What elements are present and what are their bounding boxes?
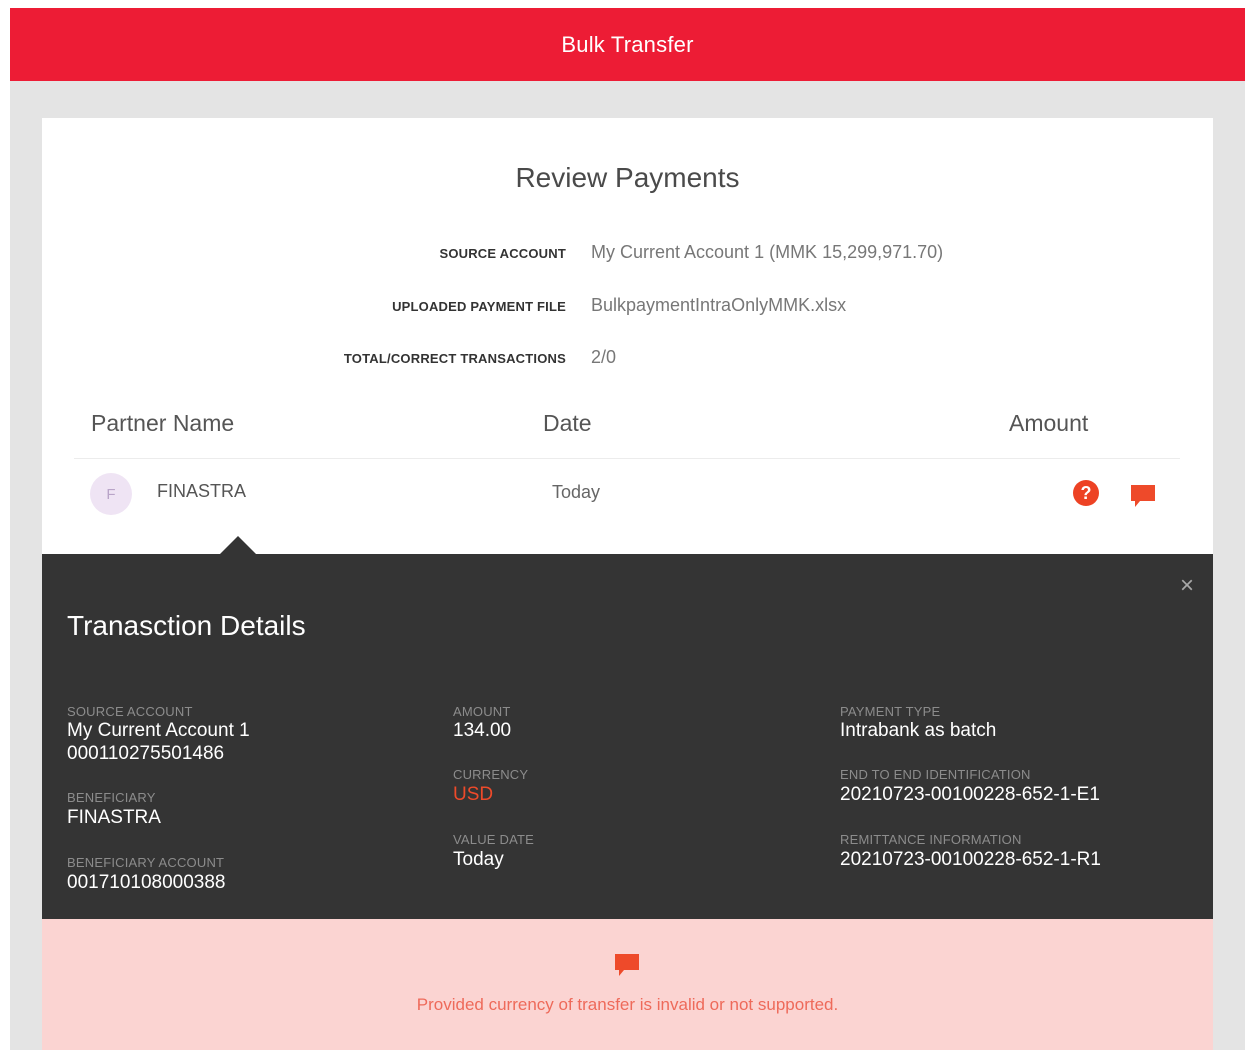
column-header-amount: Amount — [1009, 410, 1089, 436]
payment-type-value: Intrabank as batch — [840, 720, 997, 741]
transactions-count-value: 2/0 — [591, 347, 617, 367]
popover-caret — [220, 536, 256, 554]
source-account-value: My Current Account 1 (MMK 15,299,971.70) — [591, 242, 944, 262]
e2e-identification-label: END TO END IDENTIFICATION — [840, 767, 1031, 782]
remittance-information-value: 20210723-00100228-652-1-R1 — [840, 849, 1101, 870]
payment-type-label: PAYMENT TYPE — [840, 704, 941, 719]
chat-bubble-icon[interactable] — [1129, 483, 1157, 509]
app-frame: Bulk Transfer Review Payments SOURCE ACC… — [10, 8, 1245, 1050]
uploaded-file-label: UPLOADED PAYMENT FILE — [392, 299, 566, 314]
error-banner: Provided currency of transfer is invalid… — [42, 919, 1213, 1050]
column-header-partner: Partner Name — [91, 410, 235, 436]
column-header-date: Date — [543, 410, 592, 436]
uploaded-file-row: UPLOADED PAYMENT FILE BulkpaymentIntraOn… — [42, 295, 1213, 319]
source-account-detail-name: My Current Account 1 — [67, 720, 250, 741]
partner-name[interactable]: FINASTRA — [157, 481, 246, 502]
amount-value: 134.00 — [453, 720, 512, 741]
transactions-count-row: TOTAL/CORRECT TRANSACTIONS 2/0 — [42, 347, 1213, 371]
source-account-row: SOURCE ACCOUNT My Current Account 1 (MMK… — [42, 242, 1213, 266]
avatar: F — [90, 473, 132, 515]
value-date-label: VALUE DATE — [453, 832, 534, 847]
row-divider — [74, 458, 1180, 459]
top-bar: Bulk Transfer — [10, 8, 1245, 81]
remittance-information-label: REMITTANCE INFORMATION — [840, 832, 1022, 847]
uploaded-file-value: BulkpaymentIntraOnlyMMK.xlsx — [591, 295, 847, 315]
review-card: Review Payments SOURCE ACCOUNT My Curren… — [42, 118, 1213, 1050]
transactions-count-label: TOTAL/CORRECT TRANSACTIONS — [343, 351, 566, 366]
chat-bubble-icon — [615, 954, 639, 976]
amount-label: AMOUNT — [453, 704, 511, 719]
details-title: Tranasction Details — [67, 610, 306, 641]
close-icon[interactable]: × — [1180, 574, 1194, 598]
review-title: Review Payments — [515, 162, 740, 193]
beneficiary-account-label: BENEFICIARY ACCOUNT — [67, 855, 225, 870]
beneficiary-account-value: 001710108000388 — [67, 872, 226, 893]
currency-value: USD — [453, 784, 494, 805]
row-date: Today — [552, 482, 601, 502]
transaction-details-panel: × Tranasction Details SOURCE ACCOUNT My … — [42, 536, 1213, 919]
value-date-value: Today — [453, 849, 504, 870]
currency-label: CURRENCY — [453, 767, 529, 782]
beneficiary-value: FINASTRA — [67, 807, 161, 828]
source-account-detail-label: SOURCE ACCOUNT — [67, 704, 193, 719]
question-circle-icon[interactable]: ? — [1073, 480, 1099, 506]
source-account-detail-number: 000110275501486 — [67, 743, 225, 764]
beneficiary-label: BENEFICIARY — [67, 790, 156, 805]
source-account-label: SOURCE ACCOUNT — [439, 246, 566, 261]
page-title: Bulk Transfer — [561, 31, 694, 57]
e2e-identification-value: 20210723-00100228-652-1-E1 — [840, 784, 1100, 805]
error-message: Provided currency of transfer is invalid… — [416, 995, 839, 1014]
